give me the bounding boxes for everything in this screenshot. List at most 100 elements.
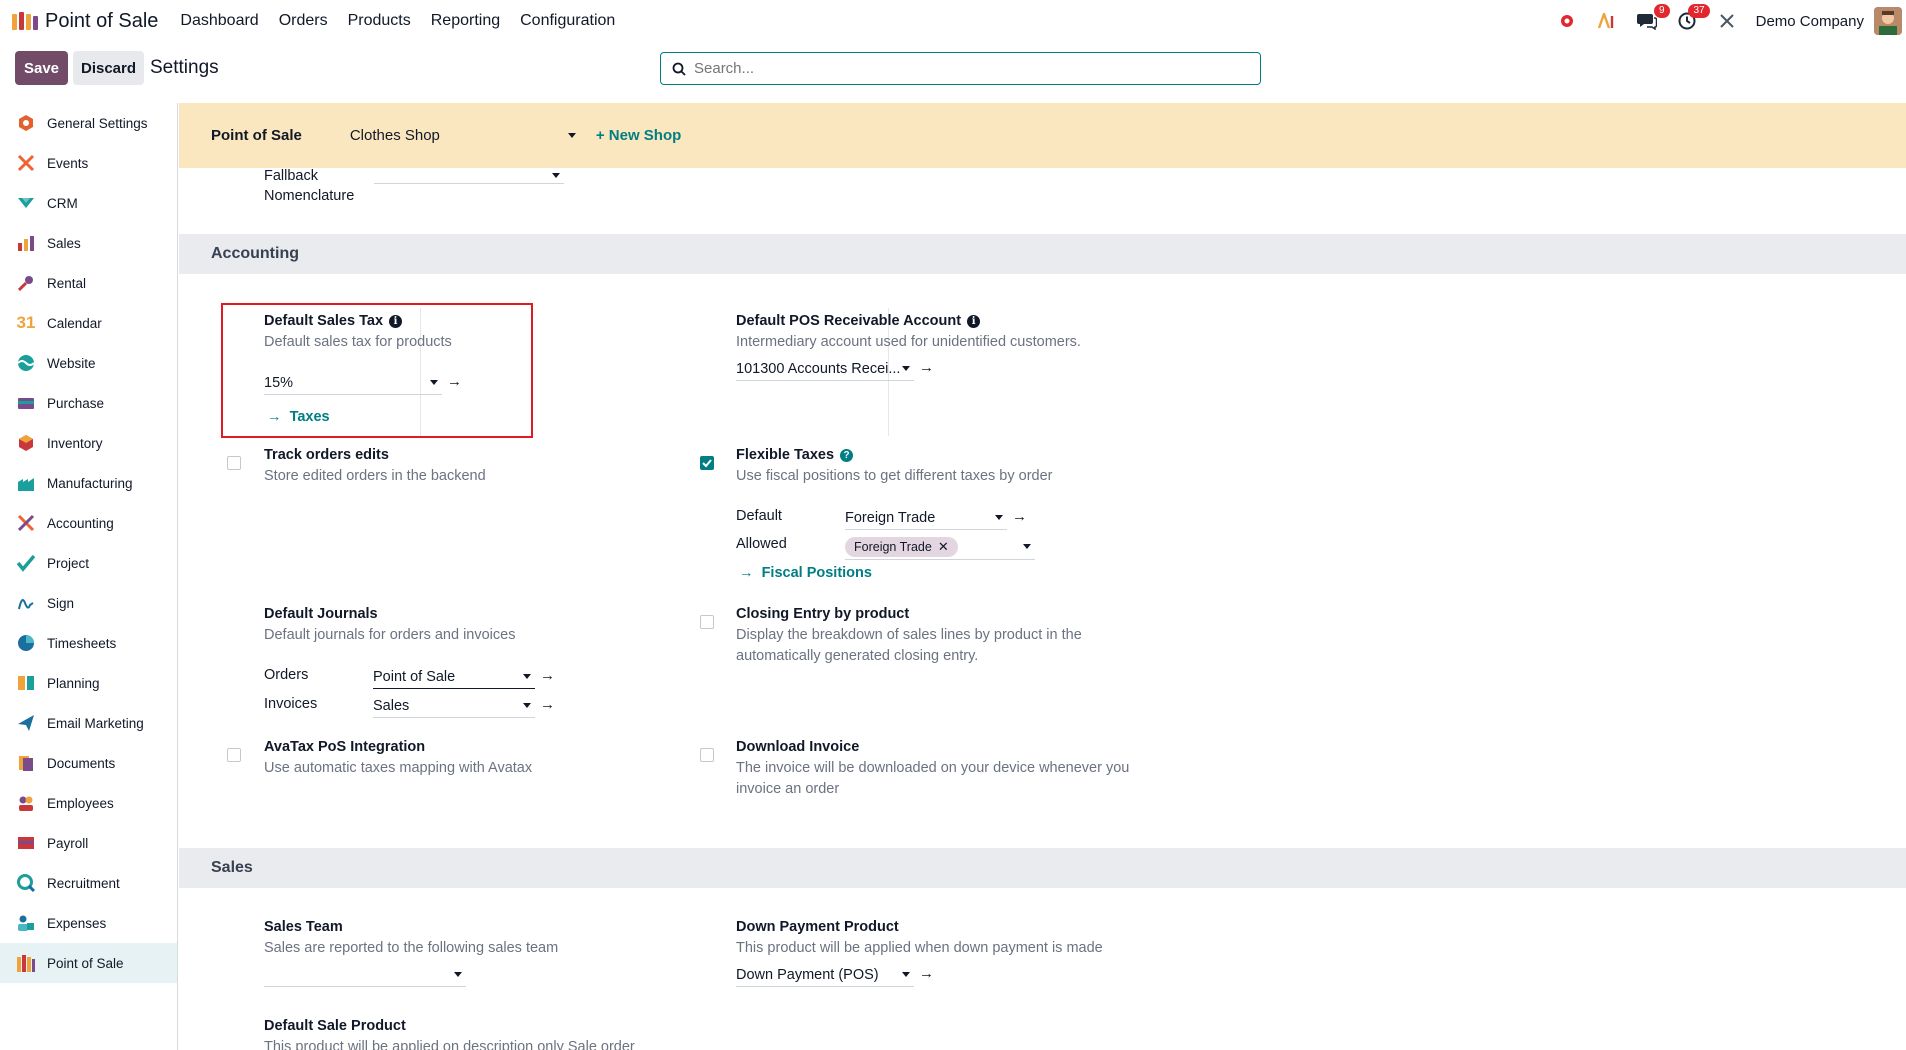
fallback-nomenclature-label: Fallback Nomenclature	[264, 168, 355, 204]
tools-icon[interactable]	[1716, 10, 1738, 32]
setting-avatax: AvaTax PoS Integration Use automatic tax…	[264, 739, 533, 776]
sidebar-item-planning[interactable]: Planning	[0, 663, 177, 703]
sidebar-item-calendar[interactable]: 31 Calendar	[0, 303, 177, 343]
avatax-checkbox[interactable]	[227, 748, 241, 762]
sidebar-item-general-settings[interactable]: General Settings	[0, 103, 177, 143]
shop-select-value: Clothes Shop	[349, 127, 440, 144]
setting-flexible-taxes: Flexible Taxes? Use fiscal positions to …	[736, 447, 1053, 484]
shop-selector-bar: Point of Sale Clothes Shop + New Shop	[179, 103, 1906, 168]
external-link-arrow-icon[interactable]: →	[919, 359, 934, 376]
sidebar-item-sign[interactable]: Sign	[0, 583, 177, 623]
chevron-down-icon	[902, 972, 910, 977]
sidebar-item-manufacturing[interactable]: Manufacturing	[0, 463, 177, 503]
user-avatar[interactable]	[1874, 7, 1902, 35]
sidebar-item-website[interactable]: Website	[0, 343, 177, 383]
menu-reporting[interactable]: Reporting	[421, 12, 510, 30]
setting-default-sale-product: Default Sale Product This product will b…	[264, 1018, 635, 1050]
top-navbar: Point of Sale Dashboard Orders Products …	[0, 0, 1906, 42]
events-icon	[15, 152, 37, 174]
sidebar-item-sales[interactable]: Sales	[0, 223, 177, 263]
external-link-arrow-icon[interactable]: →	[1012, 508, 1027, 525]
download-invoice-checkbox[interactable]	[700, 748, 714, 762]
timesheets-icon	[15, 632, 37, 654]
new-shop-button[interactable]: + New Shop	[596, 127, 681, 144]
sidebar-item-inventory[interactable]: Inventory	[0, 423, 177, 463]
sidebar-item-recruitment[interactable]: Recruitment	[0, 863, 177, 903]
section-sales: Sales	[179, 848, 1906, 888]
pos-receivable-account-select[interactable]: 101300 Accounts Recei...	[736, 357, 914, 381]
external-link-arrow-icon[interactable]: →	[540, 696, 555, 713]
setting-track-orders-edits: Track orders edits Store edited orders i…	[264, 447, 486, 484]
chevron-down-icon	[523, 703, 531, 708]
search-input[interactable]	[694, 60, 1234, 77]
ai-icon[interactable]	[1596, 10, 1618, 32]
search-bar[interactable]	[660, 52, 1261, 85]
documents-icon	[15, 752, 37, 774]
settings-content: Point of Sale Clothes Shop + New Shop Fa…	[179, 103, 1906, 1050]
sidebar-item-employees[interactable]: Employees	[0, 783, 177, 823]
point-of-sale-logo-icon[interactable]	[12, 12, 38, 30]
info-icon[interactable]: i	[967, 315, 981, 328]
closing-entry-checkbox[interactable]	[700, 615, 714, 629]
chat-icon[interactable]: 9	[1636, 4, 1670, 32]
chevron-down-icon	[902, 366, 910, 371]
fallback-nomenclature-select[interactable]	[374, 168, 564, 184]
app-title[interactable]: Point of Sale	[45, 10, 158, 33]
website-icon	[15, 352, 37, 374]
rental-icon	[15, 272, 37, 294]
sidebar-item-point-of-sale[interactable]: Point of Sale	[0, 943, 177, 983]
fiscal-allowed-label: Allowed	[736, 536, 787, 552]
chat-badge: 9	[1654, 4, 1670, 18]
discard-button[interactable]: Discard	[73, 51, 144, 85]
accounting-icon	[15, 512, 37, 534]
sidebar-item-email-marketing[interactable]: Email Marketing	[0, 703, 177, 743]
down-payment-product-select[interactable]: Down Payment (POS)	[736, 963, 914, 987]
journal-invoices-select[interactable]: Sales	[373, 694, 535, 718]
manufacturing-icon	[15, 472, 37, 494]
company-switcher[interactable]: Demo Company	[1756, 13, 1864, 30]
sidebar-item-accounting[interactable]: Accounting	[0, 503, 177, 543]
shop-selector-label: Point of Sale	[211, 127, 302, 144]
shop-select[interactable]: Clothes Shop	[350, 127, 580, 144]
fiscal-default-select[interactable]: Foreign Trade	[845, 506, 1007, 530]
save-button[interactable]: Save	[15, 51, 68, 85]
journal-orders-select[interactable]: Point of Sale	[373, 665, 535, 689]
sidebar-item-events[interactable]: Events	[0, 143, 177, 183]
sidebar-item-project[interactable]: Project	[0, 543, 177, 583]
chevron-down-icon	[995, 515, 1003, 520]
record-icon[interactable]	[1556, 10, 1578, 32]
project-icon	[15, 552, 37, 574]
menu-products[interactable]: Products	[338, 12, 421, 30]
setting-closing-entry: Closing Entry by product Display the bre…	[736, 606, 1082, 664]
sales-team-select[interactable]	[264, 963, 466, 987]
remove-tag-icon[interactable]: ✕	[938, 539, 949, 555]
checkmark-icon	[702, 459, 712, 468]
menu-configuration[interactable]: Configuration	[510, 12, 625, 30]
expenses-icon	[15, 912, 37, 934]
general-settings-icon	[15, 112, 37, 134]
sidebar-item-rental[interactable]: Rental	[0, 263, 177, 303]
external-link-arrow-icon[interactable]: →	[919, 965, 934, 982]
recruitment-icon	[15, 872, 37, 894]
track-orders-edits-checkbox[interactable]	[227, 456, 241, 470]
fiscal-positions-link[interactable]: → Fiscal Positions	[739, 565, 872, 581]
help-icon[interactable]: ?	[840, 449, 854, 462]
sidebar-item-documents[interactable]: Documents	[0, 743, 177, 783]
journal-orders-label: Orders	[264, 667, 309, 683]
sidebar-item-timesheets[interactable]: Timesheets	[0, 623, 177, 663]
page-title: Settings	[150, 57, 219, 78]
sidebar-item-expenses[interactable]: Expenses	[0, 903, 177, 943]
section-accounting: Accounting	[179, 234, 1906, 274]
sidebar-item-purchase[interactable]: Purchase	[0, 383, 177, 423]
activity-clock-icon[interactable]: 37	[1676, 4, 1710, 32]
fiscal-position-tag: Foreign Trade ✕	[845, 536, 958, 557]
flexible-taxes-checkbox[interactable]	[700, 456, 714, 470]
fiscal-allowed-tags[interactable]: Foreign Trade ✕	[845, 534, 1035, 560]
menu-dashboard[interactable]: Dashboard	[170, 12, 268, 30]
sidebar-item-payroll[interactable]: Payroll	[0, 823, 177, 863]
sidebar-item-crm[interactable]: CRM	[0, 183, 177, 223]
menu-orders[interactable]: Orders	[269, 12, 338, 30]
setting-down-payment-product: Down Payment Product This product will b…	[736, 919, 1103, 956]
setting-default-journals: Default Journals Default journals for or…	[264, 606, 516, 643]
external-link-arrow-icon[interactable]: →	[540, 667, 555, 684]
